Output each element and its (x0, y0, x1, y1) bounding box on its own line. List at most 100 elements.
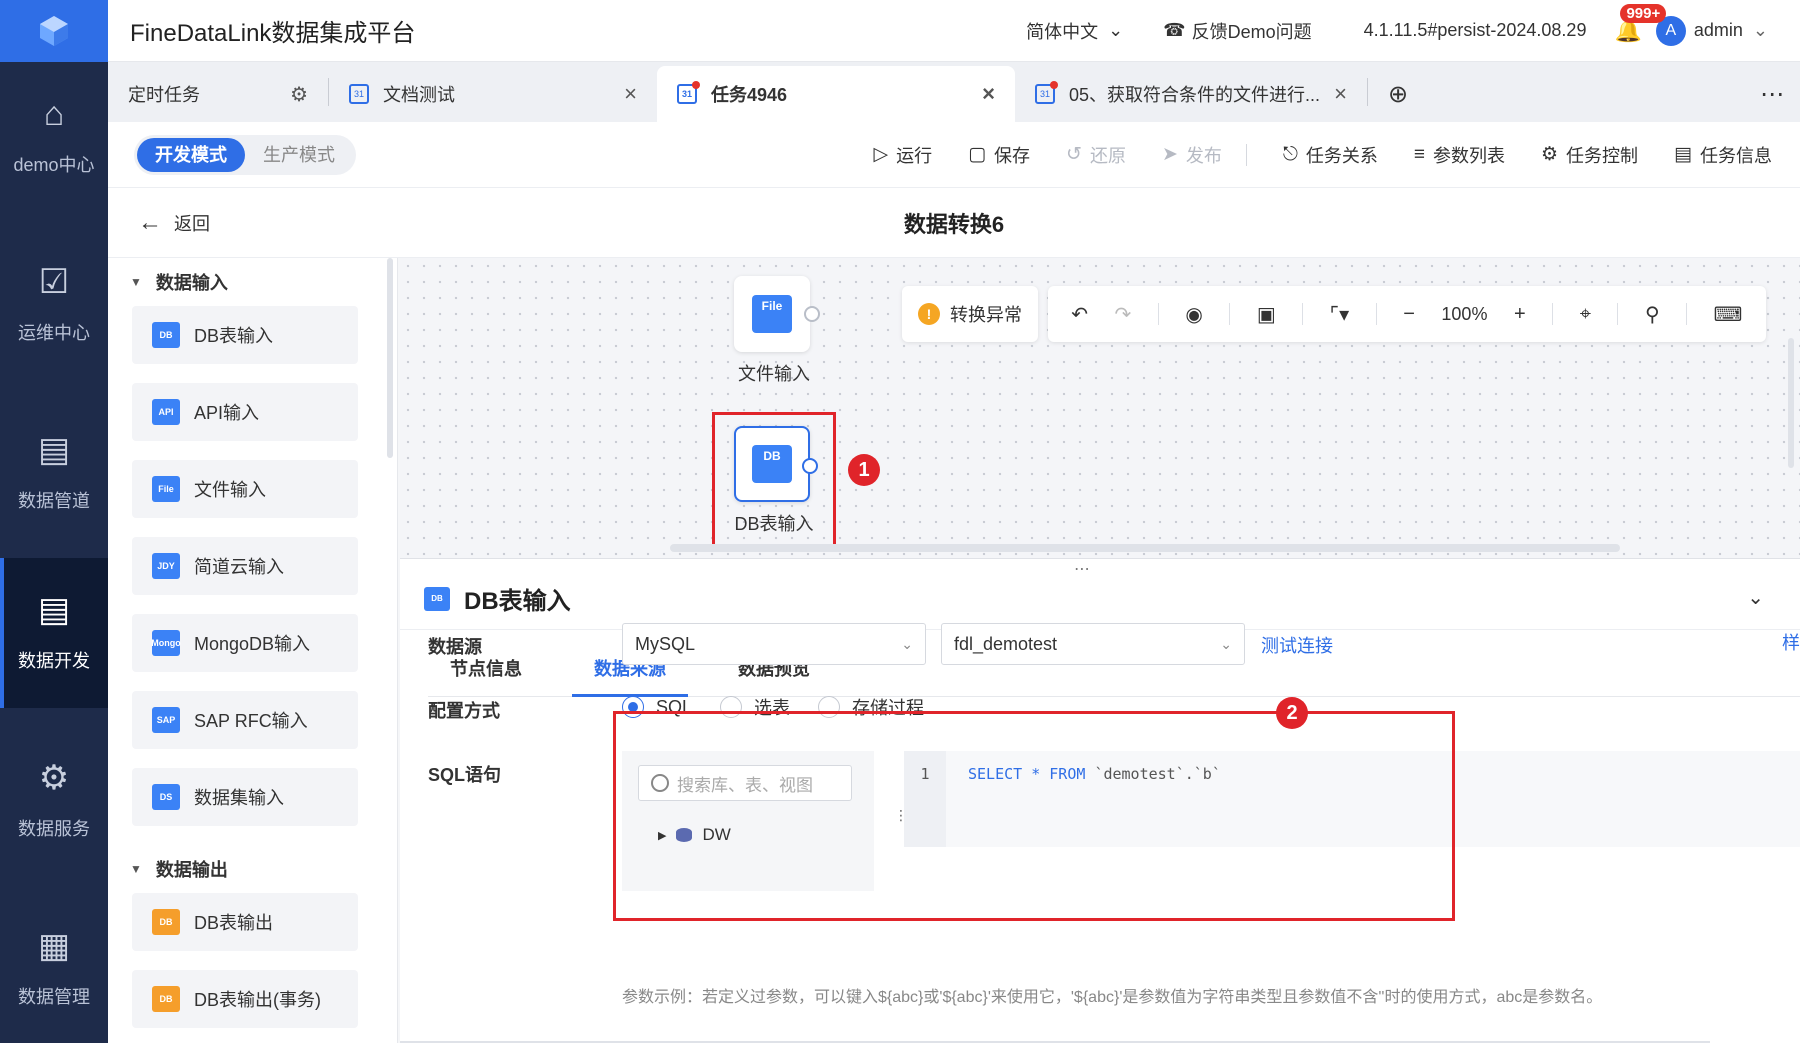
language-selector[interactable]: 简体中文 ⌄ (1026, 18, 1123, 44)
sap-icon: SAP (152, 707, 180, 733)
save-button[interactable]: ▢ 保存 (968, 142, 1030, 168)
tab-scheduled-tasks[interactable]: 定时任务 ⚙ (108, 66, 328, 122)
sliders-icon: ≡ (1413, 143, 1425, 165)
component-db-input[interactable]: DB DB表输入 (132, 306, 358, 364)
run-button[interactable]: ▷ 运行 (873, 142, 932, 168)
collapse-chevron-icon[interactable]: ⌄ (1747, 585, 1764, 610)
prod-mode-toggle[interactable]: 生产模式 (245, 138, 353, 172)
username[interactable]: admin (1694, 20, 1743, 41)
toolbar-divider (1245, 143, 1247, 166)
component-sap-rfc-input[interactable]: SAP SAP RFC输入 (132, 691, 358, 749)
more-button[interactable]: ⋯ (1740, 66, 1800, 122)
dev-mode-toggle[interactable]: 开发模式 (137, 137, 245, 172)
task-relation-button[interactable]: ⎋ 任务关系 (1283, 142, 1378, 168)
server-stack-icon: ▤ (37, 591, 71, 629)
rail-item-data-service[interactable]: ⚙ 数据服务 (0, 726, 108, 876)
mongodb-icon: Mongo (151, 630, 181, 656)
highlight-box-2 (613, 711, 1455, 921)
calendar-icon: 31 (677, 81, 700, 104)
relation-icon: ⎋ (1282, 143, 1298, 165)
datasource-name-select[interactable]: fdl_demotest ⌄ (941, 623, 1245, 665)
settings-gear-icon[interactable]: ⚙ (290, 82, 308, 107)
highlight-box-1 (712, 412, 836, 548)
component-db-output-tx[interactable]: DB DB表输出(事务) (132, 970, 358, 1028)
preview-icon[interactable]: ◉ (1185, 302, 1202, 327)
layout-icon[interactable]: ⌜▾ (1330, 302, 1349, 327)
back-button[interactable]: ← 返回 (138, 209, 210, 237)
cube-logo-icon (40, 16, 68, 46)
resize-handle-icon[interactable]: ⋯ (1074, 559, 1092, 579)
task-info-button[interactable]: ▤ 任务信息 (1674, 142, 1772, 168)
task-control-button[interactable]: ⚙ 任务控制 (1541, 142, 1638, 168)
node-config-panel: ⋯ DB DB表输入 ⌄ 节点信息 数据来源 数据预览 数据源 配置方式 SQL… (400, 558, 1800, 1043)
chevron-down-icon: ⌄ (1220, 635, 1232, 652)
redo-icon[interactable]: ↷ (1115, 302, 1132, 327)
add-tab-button[interactable]: ⊕ (1368, 66, 1428, 122)
tab-doc-test[interactable]: 31 文档测试 × (329, 66, 657, 122)
truncated-link[interactable]: 样 (1782, 629, 1800, 655)
component-file-input[interactable]: File 文件输入 (132, 460, 358, 518)
conversion-error-button[interactable]: ! 转换异常 (902, 286, 1038, 342)
left-rail: ⌂ demo中心 ☑ 运维中心 ▤ 数据管道 ▤ 数据开发 ⚙ 数据服务 ▦ 数… (0, 0, 108, 1043)
component-jdy-input[interactable]: JDY 简道云输入 (132, 537, 358, 595)
file-icon: File (752, 295, 792, 333)
sql-label: SQL语句 (428, 765, 502, 785)
component-api-input[interactable]: API API输入 (132, 383, 358, 441)
zoom-out-icon[interactable]: − (1403, 303, 1415, 326)
app-title: FineDataLink数据集成平台 (130, 20, 416, 47)
data-service-icon: ⚙ (38, 759, 70, 797)
canvas-horizontal-scrollbar[interactable] (670, 544, 1620, 552)
api-icon: API (152, 399, 180, 425)
config-method-label: 配置方式 (428, 701, 500, 721)
zoom-in-icon[interactable]: + (1514, 303, 1526, 326)
user-menu-chevron-icon[interactable]: ⌄ (1753, 20, 1768, 41)
restore-icon: ↺ (1066, 144, 1082, 165)
keyboard-icon[interactable]: ⌨ (1714, 302, 1743, 327)
clipboard-check-icon: ☑ (38, 263, 70, 301)
caret-down-icon: ▼ (130, 862, 142, 876)
undo-icon[interactable]: ↶ (1071, 302, 1088, 327)
arrow-left-icon: ← (138, 208, 162, 236)
tab-get-files[interactable]: 31 05、获取符合条件的文件进行... × (1015, 66, 1367, 122)
param-list-button[interactable]: ≡ 参数列表 (1414, 142, 1505, 168)
flow-canvas[interactable]: File 文件输入 DB DB表输入 1 ! 转换异常 ↶ ↷ ◉ ▣ ⌜▾ −… (400, 258, 1800, 558)
db-output-icon: DB (152, 986, 180, 1012)
restore-button[interactable]: ↺ 还原 (1066, 142, 1126, 168)
search-icon[interactable]: ⚲ (1645, 302, 1660, 327)
feedback-link[interactable]: ☎ 反馈Demo问题 (1163, 18, 1311, 44)
notification-badge: 999+ (1620, 3, 1667, 23)
component-mongodb-input[interactable]: Mongo MongoDB输入 (132, 614, 358, 672)
play-icon: ▷ (873, 144, 889, 165)
datasource-type-select[interactable]: MySQL ⌄ (622, 623, 926, 665)
editor-toolbar: 开发模式 生产模式 ▷ 运行 ▢ 保存 ↺ 还原 ➤ 发布 ⎋ 任务关系 ≡ 参数列表 ⚙ 任… (108, 122, 1800, 188)
close-icon[interactable]: × (624, 81, 637, 107)
close-icon[interactable]: × (982, 81, 995, 107)
send-icon: ➤ (1161, 144, 1178, 165)
pipeline-icon: ▤ (37, 431, 71, 469)
notification-button[interactable]: 🔔 999+ (1614, 3, 1667, 44)
jdy-icon: JDY (152, 553, 180, 579)
tab-task-4946[interactable]: 31 任务4946 × (657, 66, 1015, 122)
locate-icon[interactable]: ⌖ (1580, 303, 1591, 326)
app-logo[interactable] (0, 0, 108, 62)
node-file-input[interactable]: File 文件输入 (734, 276, 820, 386)
component-db-output[interactable]: DB DB表输出 (132, 893, 358, 951)
fit-view-icon[interactable]: ▣ (1257, 302, 1276, 327)
output-port[interactable] (804, 306, 820, 322)
mode-switch[interactable]: 开发模式 生产模式 (134, 134, 356, 175)
palette-scrollbar[interactable] (387, 258, 393, 458)
rail-item-demo-center[interactable]: ⌂ demo中心 (0, 62, 108, 212)
rail-item-ops-center[interactable]: ☑ 运维中心 (0, 230, 108, 380)
rail-item-data-manage[interactable]: ▦ 数据管理 (0, 894, 108, 1043)
group-data-input[interactable]: ▼ 数据输入 (108, 258, 397, 306)
rail-item-data-pipeline[interactable]: ▤ 数据管道 (0, 398, 108, 548)
group-data-output[interactable]: ▼ 数据输出 (108, 845, 397, 893)
canvas-vertical-scrollbar[interactable] (1788, 338, 1794, 468)
rail-item-data-dev[interactable]: ▤ 数据开发 (0, 558, 108, 708)
publish-button[interactable]: ➤ 发布 (1162, 142, 1222, 168)
component-dataset-input[interactable]: DS 数据集输入 (132, 768, 358, 826)
test-connection-link[interactable]: 测试连接 (1261, 632, 1333, 658)
save-icon: ▢ (968, 144, 987, 165)
config-header: DB DB表输入 (424, 581, 571, 616)
close-icon[interactable]: × (1334, 81, 1347, 107)
